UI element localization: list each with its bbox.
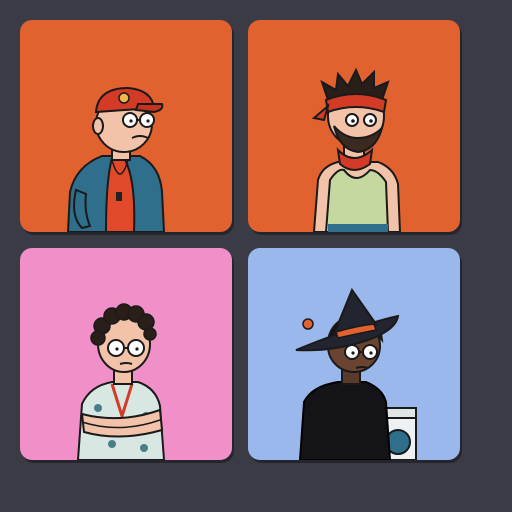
avatar-card-witch-hat[interactable] <box>248 248 460 460</box>
witch-hat-avatar <box>248 248 460 460</box>
avatar-grid <box>0 0 512 512</box>
man-red-bandana-avatar <box>248 20 460 232</box>
avatar-card-man-red-bandana[interactable] <box>248 20 460 232</box>
avatar-card-curly-hair-boy[interactable] <box>20 248 232 460</box>
avatar-card-old-man-red-cap[interactable] <box>20 20 232 232</box>
curly-hair-boy-avatar <box>20 248 232 460</box>
old-man-red-cap-avatar <box>20 20 232 232</box>
